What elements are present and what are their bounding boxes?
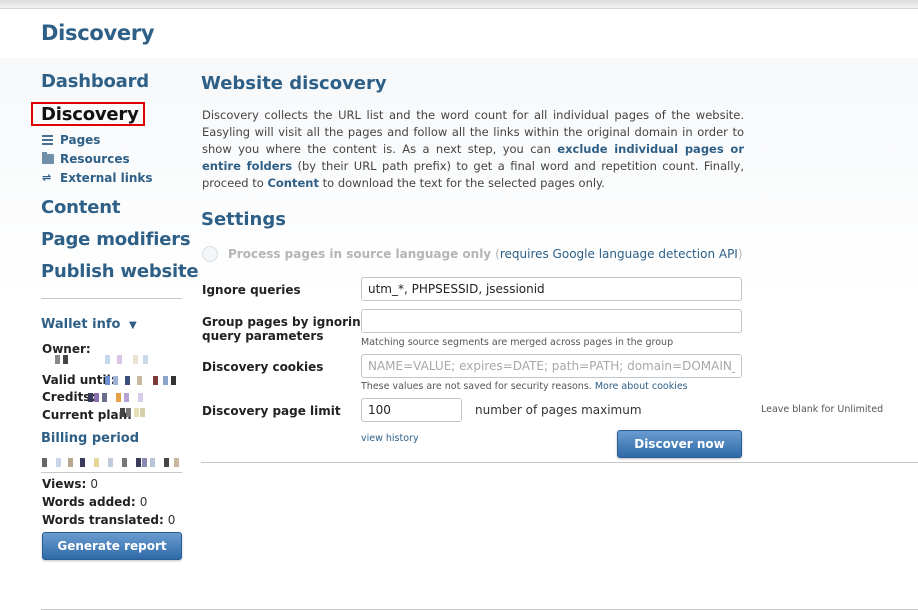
valid-until-value-redacted [105,376,177,385]
caret-down-icon: ▼ [128,320,137,331]
group-pages-label-line1: Group pages by ignoring [202,315,370,329]
nav-sub-external-links[interactable]: ⇌ External links [42,171,153,185]
description-part3: to download the text for the selected pa… [318,176,605,190]
process-source-paren-close: ) [737,247,743,261]
generate-report-button[interactable]: Generate report [42,532,182,560]
words-added-stat: Words added: 0 [42,495,147,509]
settings-heading: Settings [201,209,286,230]
page-title: Discovery [41,21,155,45]
cookies-hint: These values are not saved for security … [361,381,688,392]
nav-content[interactable]: Content [41,197,120,218]
view-history-link[interactable]: view history [361,433,419,444]
owner-value-redacted [55,355,150,364]
views-stat: Views: 0 [42,477,98,491]
words-added-value: 0 [139,495,148,509]
top-bar [0,0,918,9]
google-language-detection-link[interactable]: requires Google language detection API [500,247,738,261]
process-source-radio[interactable] [202,246,218,262]
list-icon [42,135,54,145]
discover-now-button[interactable]: Discover now [617,430,742,458]
group-pages-label: Group pages by ignoring query parameters [202,315,369,343]
nav-sub-resources[interactable]: Resources [42,152,130,166]
nav-sub-resources-label: Resources [60,152,130,166]
folder-icon [42,152,54,164]
views-label: Views: [42,477,87,491]
page-limit-label: Discovery page limit [202,404,341,418]
words-translated-stat: Words translated: 0 [42,513,175,527]
link-icon: ⇌ [42,171,52,184]
nav-page-modifiers[interactable]: Page modifiers [41,229,191,250]
wallet-divider [41,298,182,299]
discovery-cookies-input[interactable] [361,354,742,378]
billing-period-value-redacted [42,458,182,467]
discovery-cookies-label: Discovery cookies [202,360,324,374]
nav-sub-external-links-label: External links [60,171,153,185]
ignore-queries-label: Ignore queries [202,283,301,297]
views-value: 0 [90,477,98,491]
page-limit-hint: Leave blank for Unlimited [761,404,884,415]
words-translated-label: Words translated: [42,513,164,527]
nav-dashboard[interactable]: Dashboard [41,71,149,92]
credits-value-redacted [88,393,148,402]
group-pages-hint: Matching source segments are merged acro… [361,337,674,348]
current-plan-value-redacted [120,408,150,417]
process-source-label: Process pages in source language only [228,247,492,261]
billing-period-title: Billing period [41,431,140,446]
cookies-hint-text: These values are not saved for security … [361,381,592,392]
more-about-cookies-link[interactable]: More about cookies [595,381,688,392]
group-pages-input[interactable] [361,309,742,333]
words-added-label: Words added: [42,495,136,509]
ignore-queries-input[interactable] [361,277,742,301]
discovery-description: Discovery collects the URL list and the … [202,107,744,192]
page-limit-input[interactable] [361,398,462,422]
nav-sub-pages[interactable]: Pages [42,133,100,147]
discovery-highlight-box [31,102,145,126]
billing-divider [41,472,182,473]
owner-label: Owner: [42,342,91,356]
current-plan-label: Current plan: [42,408,132,422]
nav-sub-pages-label: Pages [60,133,101,147]
website-discovery-heading: Website discovery [201,73,387,94]
content-link[interactable]: Content [267,176,319,190]
nav-publish-website[interactable]: Publish website [41,261,199,282]
group-pages-label-line2: query parameters [202,329,324,343]
wallet-info-title: Wallet info [41,317,121,332]
main-divider [201,462,918,463]
wallet-info-toggle[interactable]: Wallet info ▼ [41,317,137,332]
page-limit-unit: number of pages maximum [475,403,642,417]
words-translated-value: 0 [167,513,176,527]
process-source-option: Process pages in source language only ( … [202,246,743,262]
